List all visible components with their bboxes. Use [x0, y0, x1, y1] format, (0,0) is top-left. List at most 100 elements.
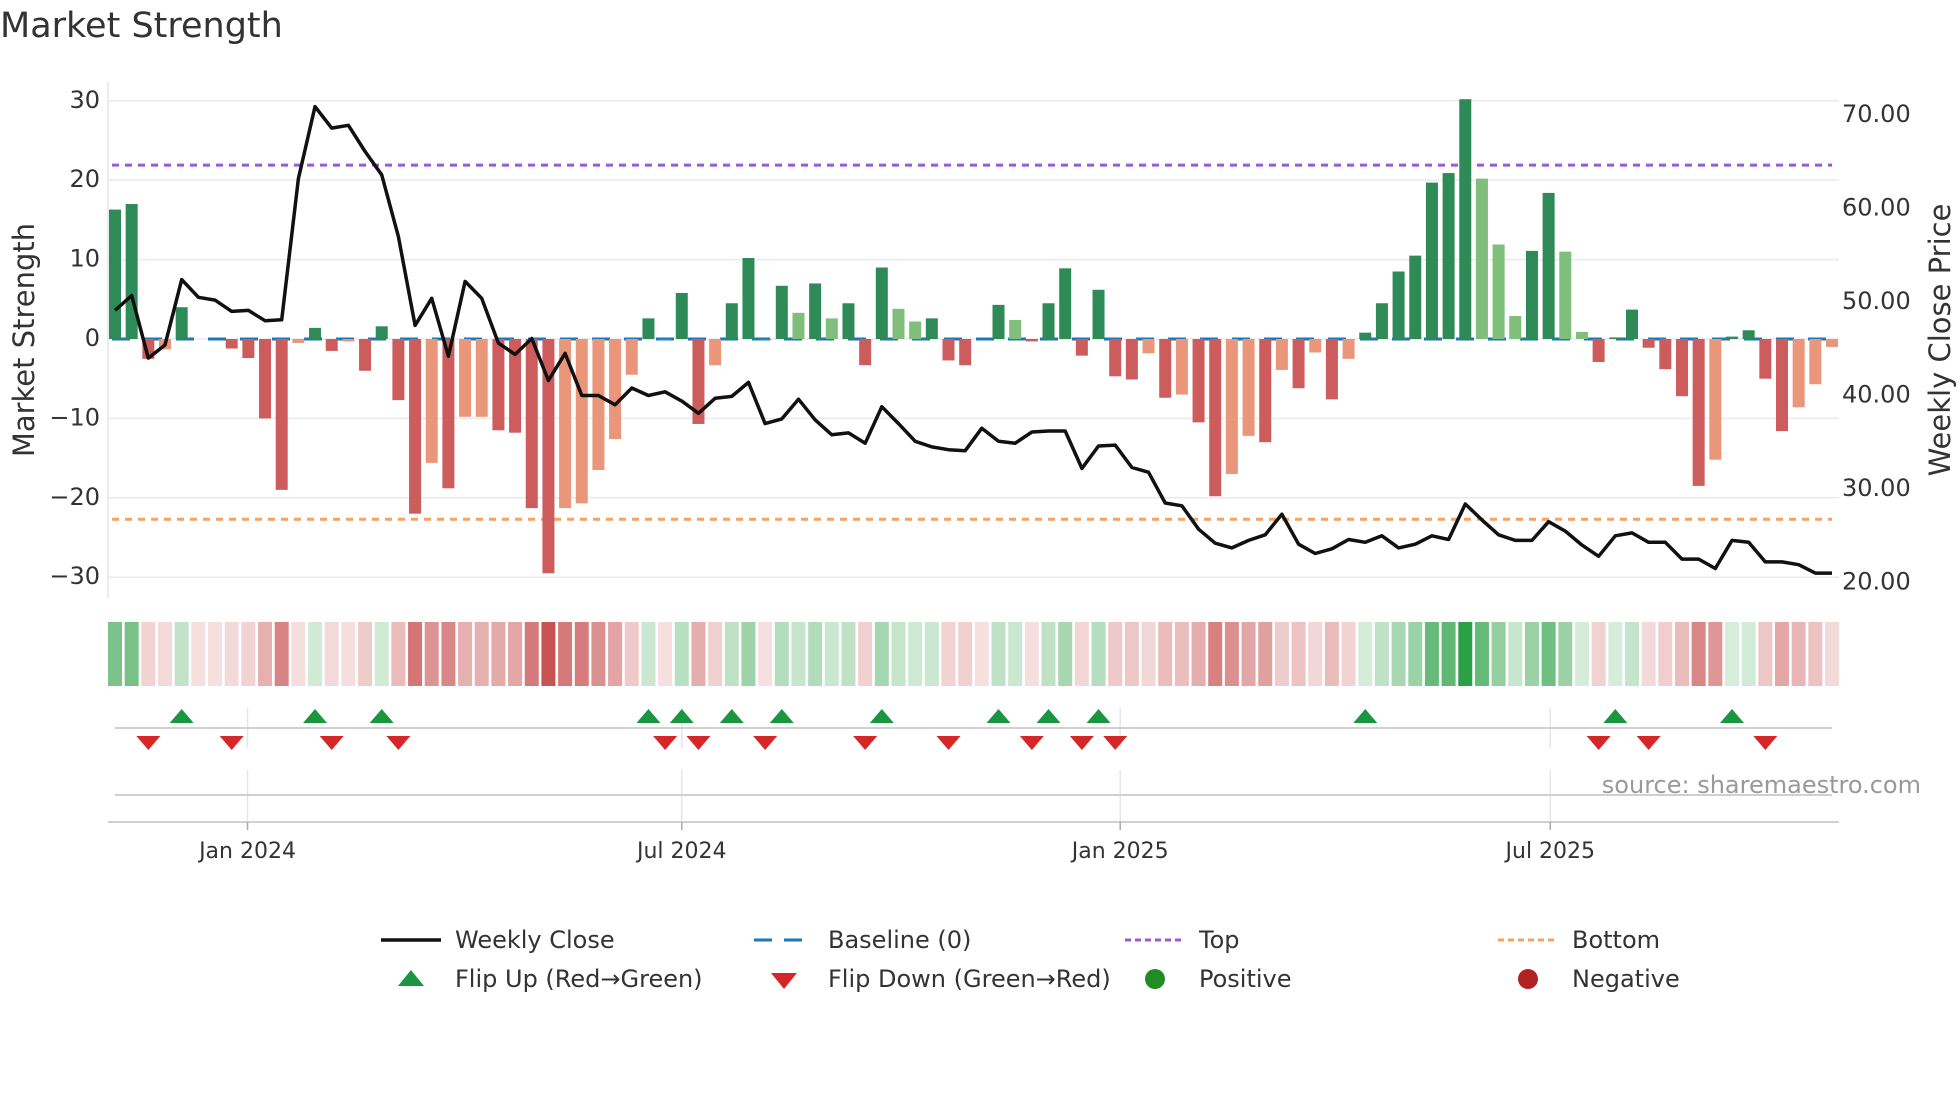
date-gridlines: [246, 708, 1552, 822]
flip-up-marker: [1086, 709, 1111, 723]
heat-cell: [858, 622, 873, 686]
flip-down-marker: [1103, 736, 1128, 750]
heat-cell: [658, 622, 673, 686]
strength-bar: [525, 339, 538, 509]
heat-cell: [1508, 622, 1523, 686]
legend-label: Flip Down (Green→Red): [828, 965, 1111, 993]
flip-up-marker: [303, 709, 328, 723]
heat-cell: [891, 622, 906, 686]
heat-cell: [1558, 622, 1573, 686]
heat-cell: [1324, 622, 1339, 686]
strength-bar: [175, 307, 188, 339]
flip-up-marker: [369, 709, 394, 723]
heat-cell: [391, 622, 406, 686]
strength-bar: [609, 339, 622, 440]
strength-bar: [1575, 331, 1588, 339]
heat-cell: [441, 622, 456, 686]
heat-cell: [1291, 622, 1306, 686]
strength-bar: [875, 267, 888, 339]
strength-bar: [1109, 339, 1122, 377]
heat-cell: [1574, 622, 1589, 686]
strength-bar: [475, 339, 488, 417]
heat-cell: [1541, 622, 1556, 686]
heat-cell: [474, 622, 489, 686]
strength-bar: [1609, 337, 1622, 339]
heat-cell: [791, 622, 806, 686]
heat-cell: [724, 622, 739, 686]
x-tick-label: Jul 2024: [635, 839, 727, 864]
strength-bar: [292, 339, 305, 343]
strength-bar: [1625, 309, 1638, 339]
flip-down-marker: [853, 736, 878, 750]
heat-cell: [174, 622, 189, 686]
y2-tick-label: 50.00: [1842, 287, 1911, 315]
strength-bar: [1475, 178, 1488, 339]
heat-cell: [1641, 622, 1656, 686]
strength-bar: [109, 209, 121, 339]
legend-flip-up[interactable]: Flip Up (Red→Green): [381, 964, 703, 994]
heat-cell: [508, 622, 523, 686]
strength-bar: [575, 339, 588, 504]
heat-cell: [1491, 622, 1506, 686]
heat-cell: [1724, 622, 1739, 686]
strength-bar: [1792, 339, 1805, 408]
heat-cell: [1308, 622, 1323, 686]
strength-bar: [425, 339, 438, 463]
legend-top[interactable]: Top: [1125, 925, 1240, 955]
y-tick-label: 10: [69, 245, 100, 273]
heat-cell: [1441, 622, 1456, 686]
strength-bar: [342, 339, 355, 342]
y-tick-label: 0: [85, 324, 100, 352]
strength-bar: [1759, 339, 1772, 379]
strength-bar: [225, 339, 238, 349]
flip-up-marker: [986, 709, 1011, 723]
heat-cell: [1708, 622, 1723, 686]
flip-markers: [136, 709, 1778, 750]
legend-negative[interactable]: Negative: [1498, 964, 1680, 994]
strength-bar: [1692, 339, 1705, 486]
strength-bar: [442, 339, 455, 489]
flip-down-marker: [753, 736, 778, 750]
legend-flip-down[interactable]: Flip Down (Green→Red): [754, 964, 1111, 994]
strength-bar: [659, 339, 672, 340]
legend-positive[interactable]: Positive: [1125, 964, 1292, 994]
strength-bar: [459, 339, 472, 417]
strength-bar: [1675, 339, 1688, 397]
legend-label: Baseline (0): [828, 926, 972, 954]
heat-cell: [1141, 622, 1156, 686]
strength-bar: [1225, 339, 1238, 474]
strength-bar: [392, 339, 405, 401]
strength-bar: [1559, 251, 1572, 339]
legend-label: Positive: [1199, 965, 1292, 993]
strength-heat-strip: [108, 622, 1840, 686]
heat-cell: [541, 622, 556, 686]
strength-bar: [1459, 99, 1472, 339]
legend-baseline[interactable]: Baseline (0): [754, 925, 971, 955]
flip-down-marker: [1586, 736, 1611, 750]
left-y-ticks: 30 20 10 0 −10 −20 −30: [49, 86, 100, 590]
heat-cell: [1808, 622, 1823, 686]
strength-bar: [1742, 330, 1755, 339]
strength-bar: [242, 339, 255, 359]
strength-bar: [1492, 244, 1505, 339]
heat-cell: [558, 622, 573, 686]
strength-bar: [1442, 173, 1455, 339]
heat-cell: [1791, 622, 1806, 686]
heat-cell: [874, 622, 889, 686]
flip-up-marker: [769, 709, 794, 723]
heat-cell: [1091, 622, 1106, 686]
legend-weekly-close[interactable]: Weekly Close: [381, 925, 615, 955]
heat-cell: [491, 622, 506, 686]
heat-cell: [758, 622, 773, 686]
legend-bottom[interactable]: Bottom: [1498, 925, 1660, 955]
y2-tick-label: 30.00: [1842, 474, 1911, 502]
heat-cell: [191, 622, 206, 686]
flip-up-marker: [1036, 709, 1061, 723]
strength-bar: [325, 339, 338, 351]
strength-bar: [1725, 336, 1738, 339]
heat-cell: [1408, 622, 1423, 686]
heat-cell: [708, 622, 723, 686]
heat-cell: [1074, 622, 1089, 686]
strength-bar: [1809, 339, 1822, 385]
y-axis-label: Market Strength: [7, 223, 41, 457]
